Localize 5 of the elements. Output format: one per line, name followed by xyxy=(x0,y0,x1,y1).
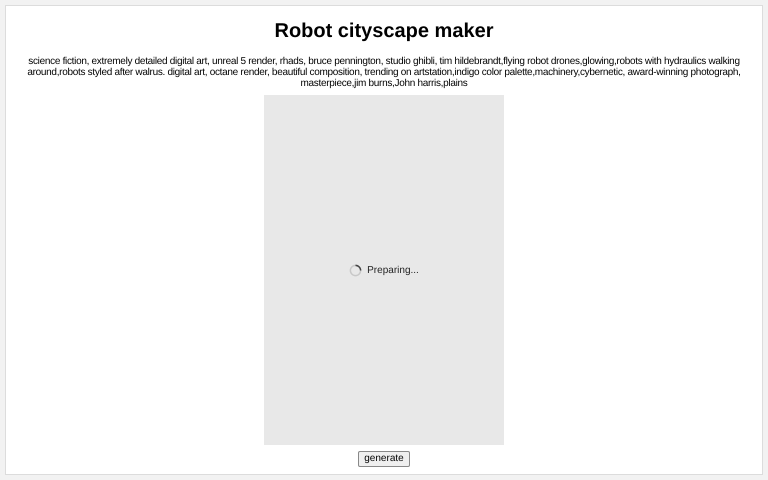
prompt-text: science fiction, extremely detailed digital art, unreal 5 render, rhads, bruce pennington, studio ghibli, tim hildebrandt,flying robot drones,glowing,robots with hydraulics walking around,robots styled after walrus. digital art, octane render, beautiful composition, trending on artstation,indigo color palette,machinery,cybernetic, award-winning photograph, masterpiece,jim burns,John harris,plains xyxy=(26,56,742,89)
status-text: Preparing... xyxy=(367,264,419,278)
generate-button[interactable]: generate xyxy=(358,451,410,467)
page-title: Robot cityscape maker xyxy=(274,19,494,44)
spinner-icon xyxy=(349,264,362,276)
